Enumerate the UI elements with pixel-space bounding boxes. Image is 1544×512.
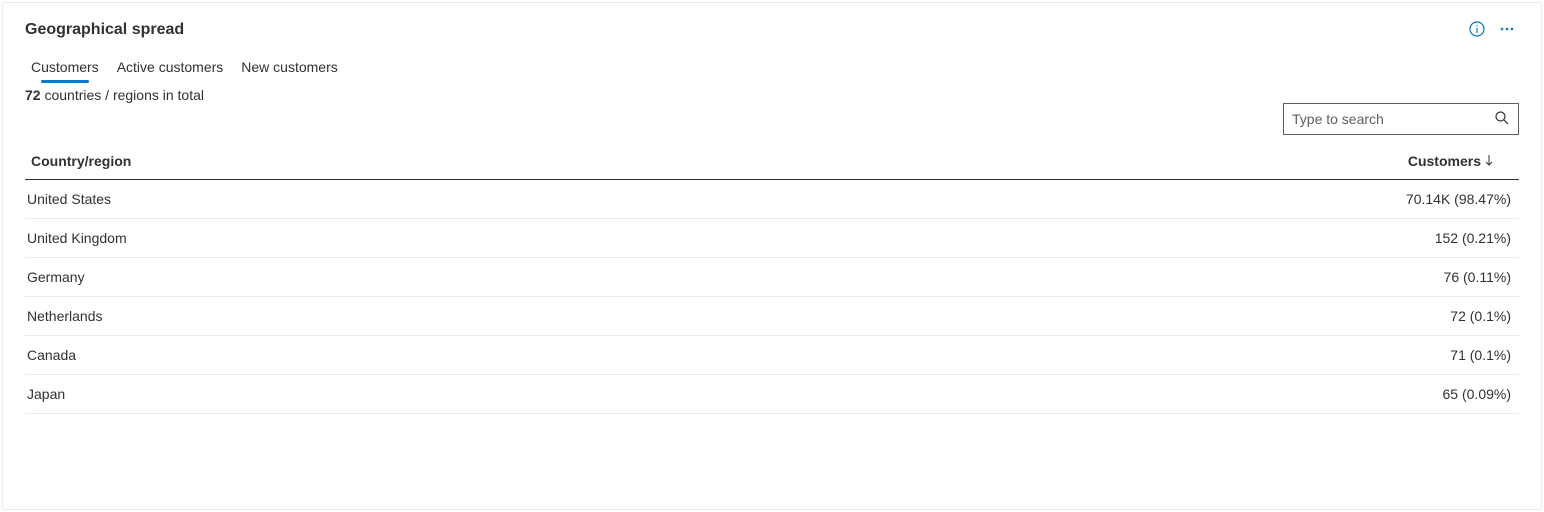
- table-row[interactable]: United Kingdom 152 (0.21%): [25, 219, 1519, 258]
- table-row[interactable]: Germany 76 (0.11%): [25, 258, 1519, 297]
- table-row[interactable]: Canada 71 (0.1%): [25, 336, 1519, 375]
- table-body[interactable]: United States 70.14K (98.47%) United Kin…: [25, 180, 1519, 438]
- summary-suffix: countries / regions in total: [41, 87, 204, 103]
- table: Country/region Customers United States 7…: [25, 143, 1519, 438]
- summary-line: 72 countries / regions in total: [25, 87, 1519, 103]
- cell-country: Germany: [27, 269, 85, 285]
- total-count: 72: [25, 87, 41, 103]
- tab-customers[interactable]: Customers: [31, 59, 99, 81]
- header-actions: [1469, 21, 1519, 37]
- table-row[interactable]: Netherlands 72 (0.1%): [25, 297, 1519, 336]
- cell-country: United States: [27, 191, 111, 207]
- search-row: [25, 103, 1519, 135]
- cell-country: Canada: [27, 347, 76, 363]
- search-icon[interactable]: [1494, 110, 1510, 129]
- cell-value: 72 (0.1%): [1450, 308, 1517, 324]
- cell-country: United Kingdom: [27, 230, 127, 246]
- table-row[interactable]: Japan 65 (0.09%): [25, 375, 1519, 414]
- tab-active-customers[interactable]: Active customers: [117, 59, 224, 81]
- more-icon[interactable]: [1499, 21, 1515, 37]
- column-header-customers[interactable]: Customers: [1408, 153, 1513, 169]
- cell-value: 76 (0.11%): [1444, 269, 1517, 285]
- cell-value: 65 (0.09%): [1443, 386, 1517, 402]
- cell-country: Netherlands: [27, 308, 103, 324]
- column-header-customers-label: Customers: [1408, 153, 1481, 169]
- table-header-row: Country/region Customers: [25, 143, 1519, 180]
- cell-value: 152 (0.21%): [1435, 230, 1517, 246]
- search-box[interactable]: [1283, 103, 1519, 135]
- card-header: Geographical spread: [25, 21, 1519, 39]
- cell-value: 71 (0.1%): [1450, 347, 1517, 363]
- column-header-country[interactable]: Country/region: [31, 153, 131, 169]
- search-input[interactable]: [1292, 111, 1494, 127]
- tabs: Customers Active customers New customers: [25, 59, 1519, 81]
- cell-value: 70.14K (98.47%): [1406, 191, 1517, 207]
- table-row[interactable]: United States 70.14K (98.47%): [25, 180, 1519, 219]
- cell-country: Japan: [27, 386, 65, 402]
- page-title: Geographical spread: [25, 21, 184, 39]
- info-icon[interactable]: [1469, 21, 1485, 37]
- geographical-spread-card: Geographical spread Customers Active cus…: [2, 2, 1542, 510]
- tab-new-customers[interactable]: New customers: [241, 59, 337, 81]
- arrow-down-icon: [1483, 153, 1495, 169]
